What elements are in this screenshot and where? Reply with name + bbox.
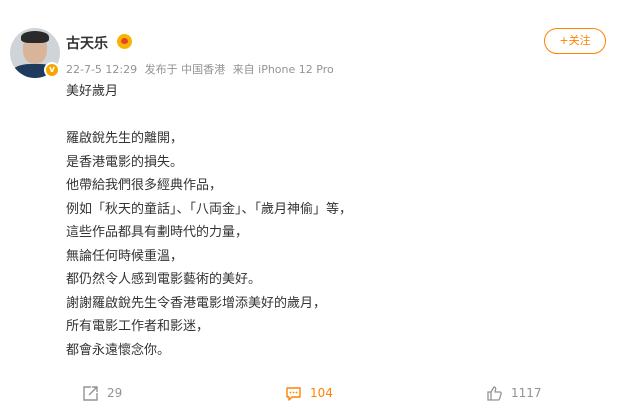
author-name[interactable]: 古天乐 xyxy=(66,33,108,53)
follow-button[interactable]: +关注 xyxy=(544,28,606,54)
content-line: 無論任何時候重溫， xyxy=(66,248,184,264)
avatar-hair xyxy=(21,31,49,43)
content-line: 都會永遠懷念你。 xyxy=(66,342,171,358)
content-line: 羅啟銳先生的離開， xyxy=(66,131,184,146)
post-meta: 22-7-5 12:29 发布于 中国香港 来自 iPhone 12 Pro xyxy=(66,61,338,77)
content-line: 美好歲月 xyxy=(66,84,119,99)
thumbs-up-icon xyxy=(487,385,502,401)
comment-button[interactable]: 104 xyxy=(285,384,333,402)
repost-icon xyxy=(83,385,98,401)
like-button[interactable]: 1117 xyxy=(486,384,542,402)
post-location: 发布于 中国香港 xyxy=(144,63,226,76)
vip-icon xyxy=(117,34,132,49)
content-line: 所有電影工作者和影迷， xyxy=(66,319,210,334)
post-source: 来自 iPhone 12 Pro xyxy=(232,63,334,76)
like-count: 1117 xyxy=(511,386,542,400)
repost-count: 29 xyxy=(107,386,123,400)
content-line: 他帶給我們很多經典作品， xyxy=(66,178,223,193)
content-blank-line xyxy=(66,104,586,128)
repost-button[interactable]: 29 xyxy=(82,384,122,402)
content-line: 這些作品都具有劃時代的力量， xyxy=(66,225,249,240)
content-line: 是香港電影的損失。 xyxy=(66,154,184,170)
post-content: 美好歲月 羅啟銳先生的離開， 是香港電影的損失。 他帶給我們很多經典作品， 例如… xyxy=(66,80,586,362)
verified-badge-icon: v xyxy=(44,62,60,78)
post-time[interactable]: 22-7-5 12:29 xyxy=(66,63,137,76)
content-line: 謝謝羅啟銳先生令香港電影增添美好的歲月， xyxy=(66,295,327,311)
comment-count: 104 xyxy=(310,386,333,400)
action-toolbar: 29 104 1117 xyxy=(0,378,627,408)
content-line: 例如「秋天的童話」、「八両金」、「歲月神偷」等， xyxy=(66,201,353,217)
content-line: 都仍然令人感到電影藝術的美好。 xyxy=(66,272,262,287)
comment-icon xyxy=(286,386,301,401)
